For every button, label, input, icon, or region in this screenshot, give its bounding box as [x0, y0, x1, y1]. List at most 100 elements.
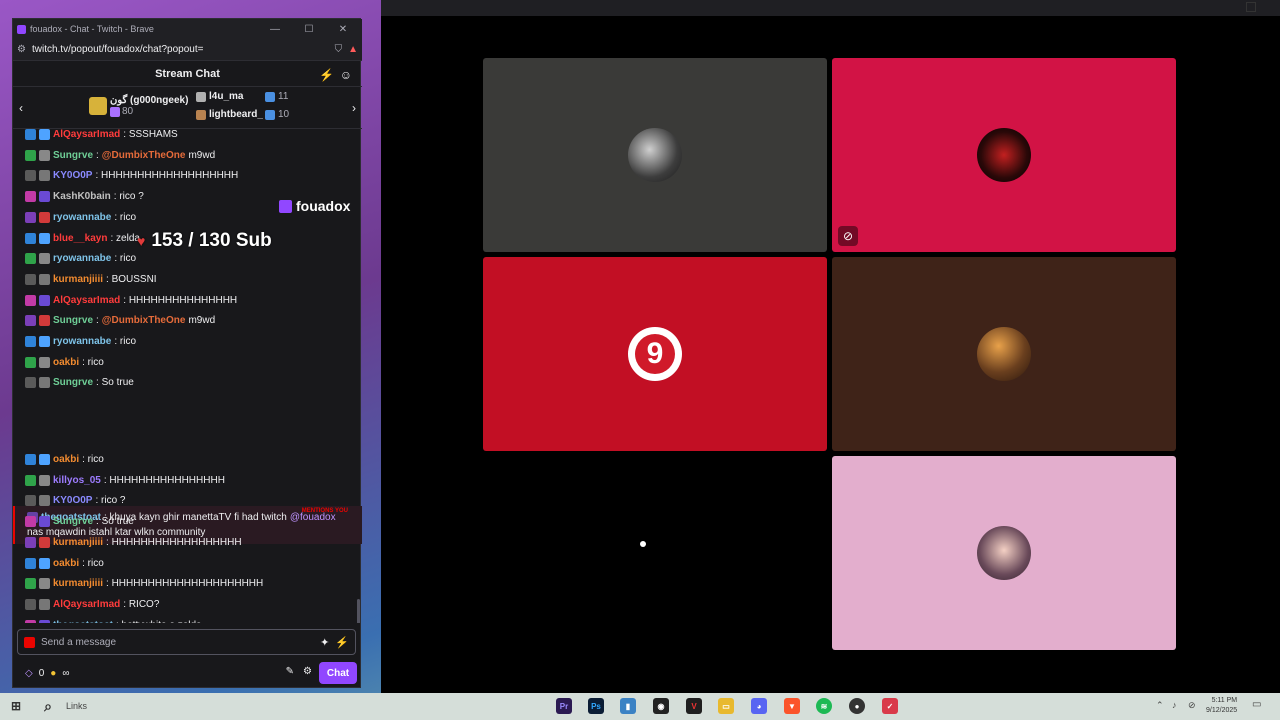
- chat-username[interactable]: AlQaysarImad: [53, 295, 120, 306]
- maximize-icon[interactable]: ☐: [294, 24, 324, 35]
- chat-username[interactable]: KY0O0P: [53, 495, 92, 506]
- chat-send-button[interactable]: Chat: [319, 662, 357, 684]
- chat-message[interactable]: AlQaysarImad: SSSHAMS: [13, 129, 362, 145]
- gift-box-icon: [196, 109, 206, 120]
- chat-username[interactable]: ryowannabe: [53, 336, 111, 347]
- volume-icon[interactable]: ♪: [1172, 700, 1177, 710]
- chat-username[interactable]: ryowannabe: [53, 253, 111, 264]
- minimize-icon[interactable]: —: [260, 24, 290, 35]
- taskbar-search-label[interactable]: Links: [66, 701, 87, 711]
- chat-message[interactable]: kurmanjiiii: HHHHHHHHHHHHHHHHHHHHH: [13, 573, 362, 594]
- chat-username[interactable]: Sungrve: [53, 377, 93, 388]
- chat-username[interactable]: AlQaysarImad: [53, 599, 120, 610]
- participant-tile-6[interactable]: [832, 456, 1176, 650]
- chat-username[interactable]: ryowannabe: [53, 212, 111, 223]
- notification-icon[interactable]: ▭: [1252, 699, 1261, 710]
- spotify-icon[interactable]: ≋: [816, 698, 832, 714]
- brave-shield-icon[interactable]: ⛉: [335, 44, 343, 55]
- app-icon-red[interactable]: ✓: [882, 698, 898, 714]
- chat-message[interactable]: AlQaysarImad: RICO?: [13, 594, 362, 615]
- tray-chevron-icon[interactable]: ⌃: [1156, 700, 1164, 711]
- chat-message[interactable]: oakbi: rico: [13, 553, 362, 574]
- participant-avatar: 9: [628, 327, 682, 381]
- chat-message[interactable]: Sungrve: So true: [13, 511, 362, 532]
- search-icon[interactable]: ⌕: [40, 698, 56, 714]
- participant-tile-4[interactable]: [832, 257, 1176, 451]
- gift-icon: [265, 91, 275, 102]
- chat-username[interactable]: oakbi: [53, 357, 79, 368]
- chat-message[interactable]: kurmanjiiii: HHHHHHHHHHHHHHHHHH: [13, 532, 362, 553]
- window-control-icon[interactable]: [1246, 2, 1256, 12]
- chat-text: m9wd: [188, 315, 216, 327]
- chat-username[interactable]: oakbi: [53, 558, 79, 569]
- chat-username[interactable]: AlQaysarImad: [53, 129, 120, 140]
- photoshop-icon[interactable]: Ps: [588, 698, 604, 714]
- site-settings-icon[interactable]: ⚙: [17, 44, 26, 55]
- tools-icon[interactable]: ✎: [286, 666, 294, 677]
- obs-icon[interactable]: ◉: [653, 698, 669, 714]
- chat-username[interactable]: kurmanjiiii: [53, 274, 103, 285]
- chat-username[interactable]: kurmanjiiii: [53, 537, 103, 548]
- close-icon[interactable]: ✕: [328, 24, 358, 35]
- chat-input-placeholder[interactable]: Send a message: [41, 637, 314, 648]
- chat-username[interactable]: Sungrve: [53, 315, 93, 326]
- app-icon[interactable]: ▮: [620, 698, 636, 714]
- chat-username[interactable]: KashK0bain: [53, 191, 111, 202]
- chat-input[interactable]: Send a message ✦ ⚡: [17, 629, 356, 655]
- chat-username[interactable]: thegoatstoat: [53, 620, 113, 623]
- chat-username[interactable]: kurmanjiiii: [53, 578, 103, 589]
- capcut-icon[interactable]: V: [686, 698, 702, 714]
- chat-username[interactable]: Sungrve: [53, 516, 93, 527]
- leaderboard-entry-2[interactable]: l4u_ma: [196, 91, 243, 102]
- leaderboard-entry-3[interactable]: lightbeard_: [196, 109, 263, 120]
- chat-message[interactable]: KY0O0P: rico ?: [13, 490, 362, 511]
- network-icon[interactable]: ⊘: [1188, 700, 1196, 711]
- chat-username[interactable]: oakbi: [53, 454, 79, 465]
- participant-tile-1[interactable]: [483, 58, 827, 252]
- participant-tile-3[interactable]: 9: [483, 257, 827, 451]
- chat-message[interactable]: KY0O0P: HHHHHHHHHHHHHHHHHHH: [13, 165, 362, 186]
- chat-message[interactable]: oakbi: rico: [13, 449, 362, 470]
- taskbar-clock[interactable]: 5:11 PM 9/12/2025: [1206, 696, 1237, 716]
- camera-icon[interactable]: [24, 636, 35, 648]
- clock-date: 9/12/2025: [1206, 707, 1238, 714]
- discord-icon[interactable]: ◕: [751, 698, 767, 714]
- chat-message[interactable]: AlQaysarImad: HHHHHHHHHHHHHHH: [13, 290, 362, 311]
- party-icon[interactable]: ✦: [320, 636, 329, 649]
- brave-icon[interactable]: ▼: [784, 698, 800, 714]
- chat-username[interactable]: KY0O0P: [53, 170, 92, 181]
- translate-icon[interactable]: ⚡: [319, 68, 334, 82]
- participant-tile-2[interactable]: ⊘: [832, 58, 1176, 252]
- chat-mention[interactable]: @DumbixTheOne: [102, 315, 186, 326]
- chat-message[interactable]: kurmanjiiii: BOUSSNI: [13, 269, 362, 290]
- chat-message[interactable]: Sungrve: @DumbixTheOne m9wd: [13, 310, 362, 331]
- chat-message[interactable]: thegoatstoat: bettywhite o zelda: [13, 615, 362, 623]
- participant-tile-5[interactable]: [483, 456, 827, 650]
- users-icon[interactable]: ☺: [340, 68, 352, 82]
- chevron-right-icon[interactable]: ›: [352, 101, 356, 115]
- windows-start-icon[interactable]: ⊞: [8, 698, 24, 714]
- premiere-icon[interactable]: Pr: [556, 698, 572, 714]
- chrome-icon[interactable]: ●: [849, 698, 865, 714]
- chat-message[interactable]: Sungrve: So true: [13, 372, 362, 393]
- chat-scrollbar[interactable]: [357, 599, 360, 623]
- channel-points-icon[interactable]: ◇: [25, 668, 33, 679]
- chat-mention[interactable]: @DumbixTheOne: [102, 150, 186, 161]
- chat-username[interactable]: Sungrve: [53, 150, 93, 161]
- url-bar[interactable]: ⚙ twitch.tv/popout/fouadox/chat?popout= …: [13, 39, 362, 61]
- chat-message[interactable]: ryowannabe: rico: [13, 331, 362, 352]
- chat-username[interactable]: blue__kayn: [53, 233, 107, 244]
- chat-footer: ◇ 0 ● ∞ ✎ ⚙ Chat: [13, 659, 362, 687]
- chat-message[interactable]: killyos_05: HHHHHHHHHHHHHHHH: [13, 470, 362, 491]
- chevron-left-icon[interactable]: ‹: [19, 101, 23, 115]
- emote-icon[interactable]: ⚡: [335, 636, 349, 649]
- chat-username[interactable]: killyos_05: [53, 475, 101, 486]
- settings-icon[interactable]: ⚙: [303, 666, 312, 677]
- brave-rewards-icon[interactable]: ▲: [348, 44, 358, 55]
- leaderboard-entry-1[interactable]: گون (g000ngeek) 80: [89, 95, 188, 117]
- file-explorer-icon[interactable]: ▭: [718, 698, 734, 714]
- chat-message[interactable]: Sungrve: @DumbixTheOne m9wd: [13, 145, 362, 166]
- chat-message[interactable]: oakbi: rico: [13, 352, 362, 373]
- badge-icon: [39, 149, 50, 161]
- url-text[interactable]: twitch.tv/popout/fouadox/chat?popout=: [32, 44, 329, 55]
